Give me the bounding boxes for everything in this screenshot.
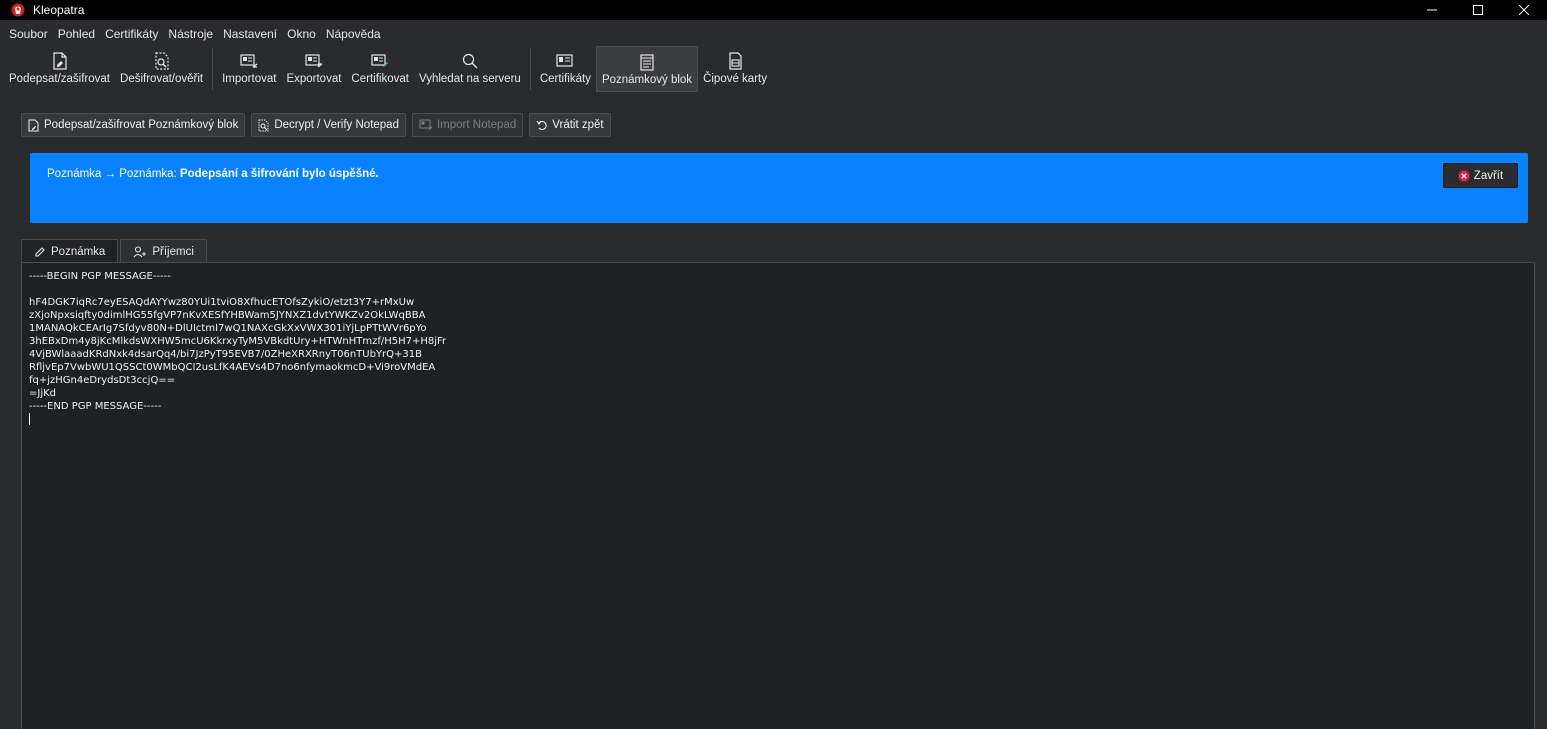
text-cursor — [29, 413, 30, 425]
lookup-server-button[interactable]: Vyhledat na serveru — [414, 46, 526, 92]
menu-settings[interactable]: Nastavení — [218, 24, 282, 44]
notepad-editor[interactable]: -----BEGIN PGP MESSAGE----- hF4DGK7iqRc7… — [21, 262, 1535, 729]
import-label: Importovat — [222, 73, 277, 85]
toolbar-separator — [529, 48, 531, 90]
sign-encrypt-icon — [28, 119, 39, 131]
certify-icon — [371, 52, 389, 70]
undo-icon — [536, 120, 547, 131]
import-notepad-label: Import Notepad — [436, 119, 517, 131]
certificate-icon — [556, 52, 574, 70]
notepad-icon — [639, 53, 655, 71]
banner-close-label: Zavřít — [1473, 169, 1504, 182]
decrypt-verify-label: Dešifrovat/ověřit — [120, 73, 204, 85]
certify-label: Certifikovat — [351, 73, 409, 85]
decrypt-verify-notepad-button[interactable]: Decrypt / Verify Notepad — [251, 113, 406, 137]
decrypt-verify-icon — [258, 119, 269, 131]
maximize-icon — [1473, 5, 1483, 15]
banner-close-button[interactable]: Zavřít — [1443, 163, 1518, 188]
tab-recipients[interactable]: Příjemci — [120, 239, 207, 263]
add-user-icon — [133, 245, 147, 257]
certificates-label: Certifikáty — [539, 73, 591, 85]
export-icon — [305, 52, 323, 70]
notepad-button[interactable]: Poznámkový blok — [595, 46, 699, 92]
revert-button[interactable]: Vrátit zpět — [529, 113, 611, 137]
menu-help[interactable]: Nápověda — [321, 24, 386, 44]
sign-encrypt-icon — [52, 52, 68, 70]
smartcards-button[interactable]: Čipové karty — [698, 46, 772, 92]
search-icon — [462, 52, 478, 70]
sign-encrypt-button[interactable]: Podepsat/zašifrovat — [4, 46, 115, 92]
sign-encrypt-notepad-button[interactable]: Podepsat/zašifrovat Poznámkový blok — [21, 113, 246, 137]
close-circle-icon — [1458, 170, 1470, 181]
certify-button[interactable]: Certifikovat — [346, 46, 414, 92]
certificates-button[interactable]: Certifikáty — [535, 46, 596, 92]
lookup-server-label: Vyhledat na serveru — [418, 73, 521, 85]
close-window-button[interactable] — [1501, 0, 1547, 20]
close-icon — [1519, 5, 1529, 15]
menu-file[interactable]: Soubor — [4, 24, 53, 44]
sign-encrypt-notepad-label: Podepsat/zašifrovat Poznámkový blok — [44, 119, 239, 131]
notepad-actions: Podepsat/zašifrovat Poznámkový blok Decr… — [21, 113, 611, 137]
success-banner: Poznámka → Poznámka: Podepsání a šifrová… — [30, 153, 1528, 223]
tab-recipients-label: Příjemci — [152, 245, 194, 258]
import-button[interactable]: Importovat — [217, 46, 281, 92]
window-title: Kleopatra — [33, 3, 85, 17]
menu-certificates[interactable]: Certifikáty — [100, 24, 163, 44]
smartcards-label: Čipové karty — [703, 73, 767, 85]
menu-bar: Soubor Pohled Certifikáty Nástroje Nasta… — [0, 24, 1547, 44]
sign-encrypt-label: Podepsat/zašifrovat — [9, 73, 111, 85]
kleopatra-logo-icon — [11, 3, 25, 17]
notepad-label: Poznámkový blok — [601, 74, 693, 86]
smartcard-icon — [727, 52, 743, 70]
maximize-button[interactable] — [1455, 0, 1501, 20]
decrypt-verify-notepad-label: Decrypt / Verify Notepad — [274, 119, 399, 131]
minimize-icon — [1427, 9, 1437, 11]
title-bar: Kleopatra — [0, 0, 1547, 20]
editor-content: -----BEGIN PGP MESSAGE----- hF4DGK7iqRc7… — [29, 271, 447, 412]
banner-prefix: Poznámka → Poznámka: — [47, 168, 180, 180]
revert-label: Vrátit zpět — [552, 119, 604, 131]
banner-text: Poznámka → Poznámka: Podepsání a šifrová… — [47, 168, 379, 180]
import-icon — [419, 119, 433, 131]
window-controls — [1409, 0, 1547, 20]
tab-note-label: Poznámka — [51, 245, 106, 258]
decrypt-verify-button[interactable]: Dešifrovat/ověřit — [115, 46, 208, 92]
menu-view[interactable]: Pohled — [53, 24, 100, 44]
main-toolbar: Podepsat/zašifrovat Dešifrovat/ověřit Im… — [0, 46, 1547, 92]
toolbar-separator — [212, 48, 214, 90]
tab-note[interactable]: Poznámka — [21, 239, 119, 263]
menu-tools[interactable]: Nástroje — [163, 24, 218, 44]
banner-message: Podepsání a šifrování bylo úspěšné. — [179, 168, 379, 180]
minimize-button[interactable] — [1409, 0, 1455, 20]
decrypt-verify-icon — [154, 52, 170, 70]
export-button[interactable]: Exportovat — [281, 46, 346, 92]
pencil-icon — [35, 246, 45, 257]
menu-window[interactable]: Okno — [282, 24, 321, 44]
import-notepad-button[interactable]: Import Notepad — [411, 113, 524, 137]
import-icon — [240, 52, 258, 70]
notepad-tabs: Poznámka Příjemci — [21, 239, 209, 263]
export-label: Exportovat — [286, 73, 342, 85]
